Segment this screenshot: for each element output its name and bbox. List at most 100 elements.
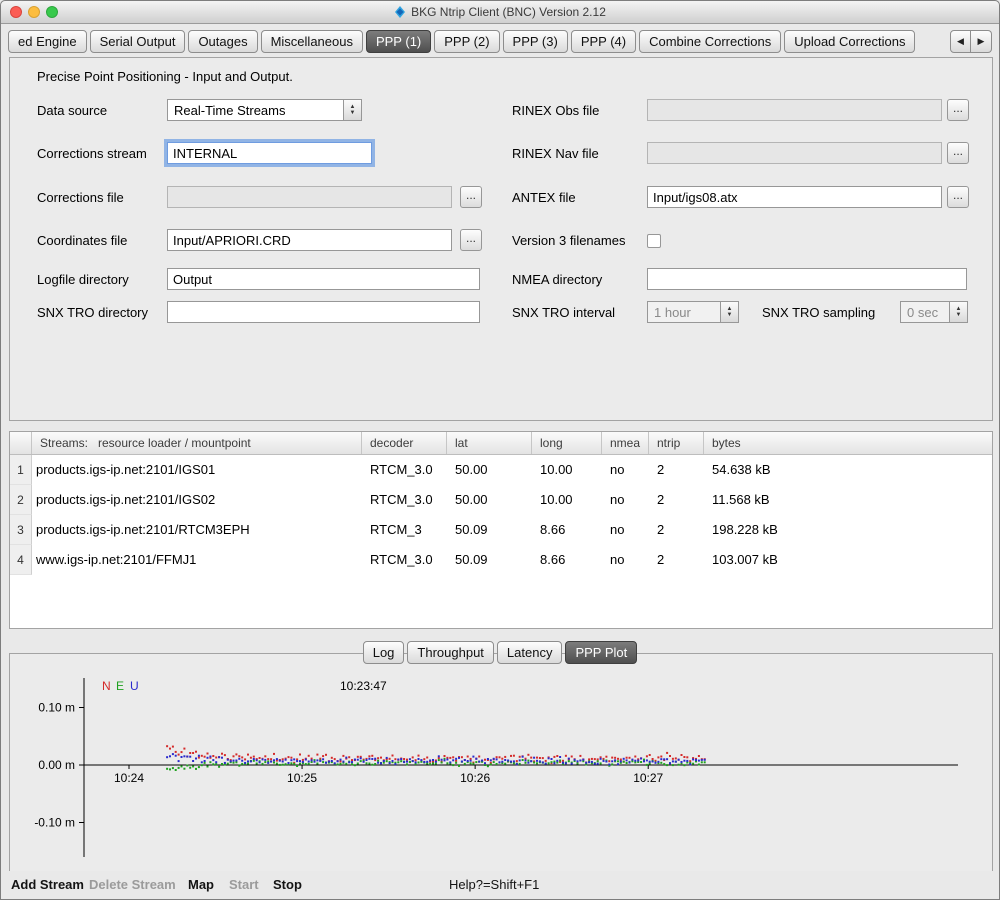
app-icon [394,6,406,18]
logfile-directory-input[interactable] [167,268,480,290]
stop-button[interactable]: Stop [273,877,302,892]
tab-scroll-right-icon[interactable]: ▶ [971,30,992,53]
data-source-select[interactable]: Real-Time Streams ▲▼ [167,99,362,121]
svg-text:10:24: 10:24 [114,771,144,785]
bytes-cell: 54.638 kB [704,455,992,485]
snx-tro-sampling-spinner[interactable]: 0 sec ▲▼ [900,301,968,323]
panel-description: Precise Point Positioning - Input and Ou… [37,69,293,84]
bnc-window: BKG Ntrip Client (BNC) Version 2.12 ed E… [0,0,1000,900]
ntrip-cell: 2 [649,515,704,545]
table-row[interactable]: 1 products.igs-ip.net:2101/IGS01 RTCM_3.… [10,455,992,485]
corrections-file-browse-button[interactable]: ... [460,186,482,208]
title-bar: BKG Ntrip Client (BNC) Version 2.12 [1,1,999,24]
version3-filenames-checkbox[interactable] [647,234,661,248]
rinex-nav-file-label: RINEX Nav file [512,146,599,161]
antex-file-label: ANTEX file [512,190,576,205]
svg-text:0.00 m: 0.00 m [38,758,75,772]
help-hint: Help?=Shift+F1 [449,877,539,892]
decoder-cell: RTCM_3.0 [362,485,447,515]
snx-tro-directory-label: SNX TRO directory [37,305,148,320]
nmea-cell: no [602,485,649,515]
start-button[interactable]: Start [229,877,259,892]
streams-table-header: Streams: resource loader / mountpoint de… [10,432,992,455]
long-cell: 8.66 [532,545,602,575]
snx-tro-sampling-label: SNX TRO sampling [762,305,875,320]
row-number-header [10,432,32,454]
bottom-button-bar: Add Stream Delete Stream Map Start Stop … [1,871,999,899]
coordinates-file-browse-button[interactable]: ... [460,229,482,251]
bytes-cell: 198.228 kB [704,515,992,545]
lat-cell: 50.00 [447,455,532,485]
lat-header: lat [447,432,532,454]
rinex-nav-file-browse-button[interactable]: ... [947,142,969,164]
antex-file-input[interactable] [647,186,942,208]
tab-outages[interactable]: Outages [188,30,257,53]
window-title: BKG Ntrip Client (BNC) Version 2.12 [411,5,606,19]
ntrip-cell: 2 [649,545,704,575]
svg-text:10:26: 10:26 [460,771,490,785]
delete-stream-button[interactable]: Delete Stream [89,877,176,892]
tab-ppp-2[interactable]: PPP (2) [434,30,499,53]
lat-cell: 50.09 [447,545,532,575]
tab-log[interactable]: Log [363,641,405,664]
row-number: 4 [10,545,32,575]
rinex-obs-file-browse-button[interactable]: ... [947,99,969,121]
antex-file-browse-button[interactable]: ... [947,186,969,208]
coordinates-file-label: Coordinates file [37,233,127,248]
tab-ppp-1[interactable]: PPP (1) [366,30,431,53]
map-button[interactable]: Map [188,877,214,892]
svg-text:10:25: 10:25 [287,771,317,785]
tab-ppp-plot[interactable]: PPP Plot [565,641,637,664]
tab-scroll-left-icon[interactable]: ◀ [950,30,971,53]
ntrip-cell: 2 [649,455,704,485]
tab-miscellaneous[interactable]: Miscellaneous [261,30,363,53]
nmea-cell: no [602,515,649,545]
tab-latency[interactable]: Latency [497,641,563,664]
tab-combine-corrections[interactable]: Combine Corrections [639,30,781,53]
main-tab-bar: ed Engine Serial Output Outages Miscella… [8,30,992,54]
mountpoint-cell: products.igs-ip.net:2101/IGS01 [32,455,362,485]
rinex-nav-file-input[interactable] [647,142,942,164]
ppp-plot-panel: NEU10:23:470.10 m0.00 m-0.10 m10:2410:25… [9,653,993,873]
tab-ppp-4[interactable]: PPP (4) [571,30,636,53]
rinex-obs-file-input[interactable] [647,99,942,121]
svg-text:10:23:47: 10:23:47 [340,679,387,693]
corrections-stream-input[interactable] [167,142,372,164]
tab-ppp-3[interactable]: PPP (3) [503,30,568,53]
row-number: 3 [10,515,32,545]
svg-text:U: U [130,679,139,693]
svg-text:E: E [116,679,124,693]
streams-table: Streams: resource loader / mountpoint de… [9,431,993,629]
add-stream-button[interactable]: Add Stream [11,877,84,892]
snx-tro-interval-label: SNX TRO interval [512,305,615,320]
table-row[interactable]: 4 www.igs-ip.net:2101/FFMJ1 RTCM_3.0 50.… [10,545,992,575]
long-header: long [532,432,602,454]
table-row[interactable]: 2 products.igs-ip.net:2101/IGS02 RTCM_3.… [10,485,992,515]
tab-feed-engine[interactable]: ed Engine [8,30,87,53]
spinner-arrows-icon: ▲▼ [949,302,967,322]
long-cell: 10.00 [532,485,602,515]
rinex-obs-file-label: RINEX Obs file [512,103,599,118]
bytes-cell: 11.568 kB [704,485,992,515]
nmea-cell: no [602,455,649,485]
coordinates-file-input[interactable] [167,229,452,251]
nmea-directory-input[interactable] [647,268,967,290]
corrections-file-label: Corrections file [37,190,124,205]
row-number: 1 [10,455,32,485]
corrections-file-input[interactable] [167,186,452,208]
snx-tro-interval-select[interactable]: 1 hour ▲▼ [647,301,739,323]
nmea-cell: no [602,545,649,575]
tab-throughput[interactable]: Throughput [407,641,494,664]
data-source-label: Data source [37,103,107,118]
svg-text:-0.10 m: -0.10 m [34,816,75,830]
decoder-cell: RTCM_3.0 [362,455,447,485]
tab-serial-output[interactable]: Serial Output [90,30,186,53]
version3-filenames-label: Version 3 filenames [512,233,625,248]
svg-text:10:27: 10:27 [633,771,663,785]
snx-tro-directory-input[interactable] [167,301,480,323]
corrections-stream-label: Corrections stream [37,146,147,161]
tab-upload-corrections[interactable]: Upload Corrections [784,30,915,53]
table-row[interactable]: 3 products.igs-ip.net:2101/RTCM3EPH RTCM… [10,515,992,545]
long-cell: 10.00 [532,455,602,485]
mountpoint-cell: www.igs-ip.net:2101/FFMJ1 [32,545,362,575]
